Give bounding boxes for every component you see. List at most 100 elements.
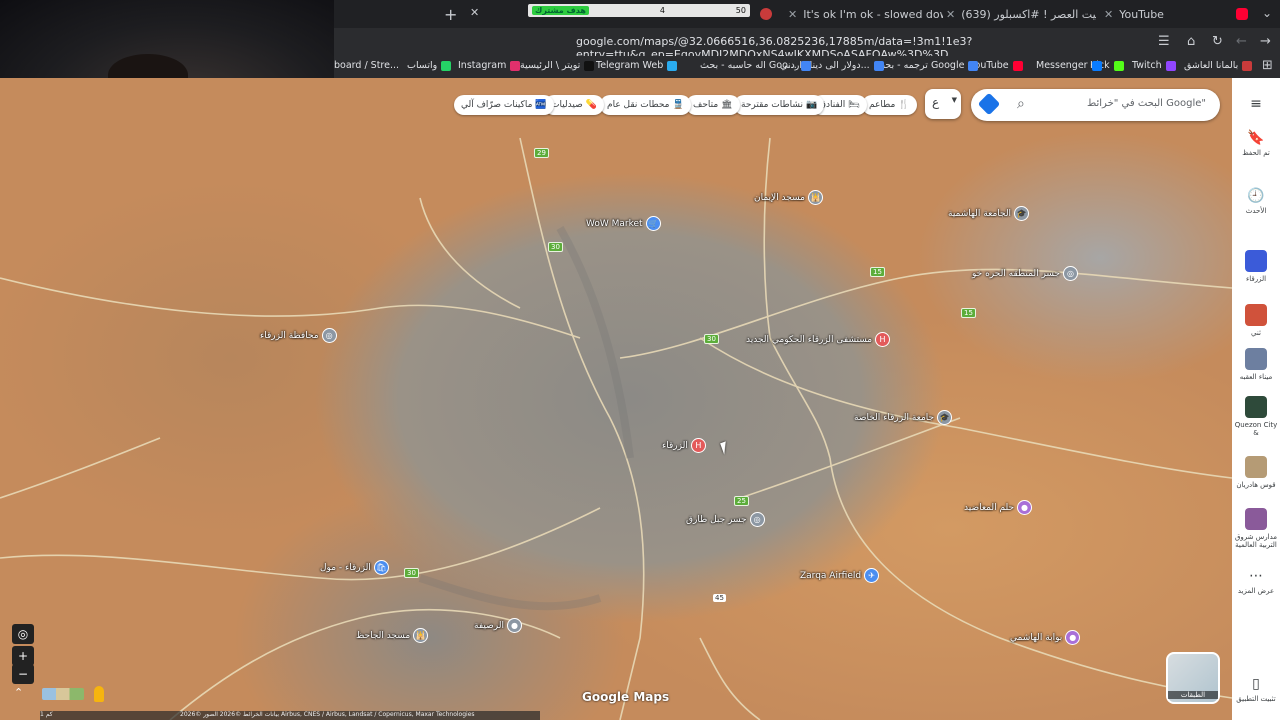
rail-icon: 🕘 [1247,188,1265,204]
category-chip[interactable]: نشاطات مقترحة 📷 [734,95,825,115]
place-icon: ● [1065,630,1081,645]
maps-search-box[interactable]: ⌕ البحث في "خرائط Google" [971,89,1220,121]
layers-label: الطبقات [1168,691,1218,699]
category-chip[interactable]: ماكينات صرّاف آلي 🏧 [454,95,554,115]
bookmark-icon [1242,60,1253,71]
map-place-pin[interactable]: WoW Market 🛒 [586,216,661,231]
map-place-pin[interactable]: جسر جبل طارق ◎ [686,512,765,527]
bookmark-item[interactable]: Instagram [458,60,521,71]
bookmark-item[interactable]: Telegram Web [596,60,678,71]
map-place-pin[interactable]: مسجد الإيمان 🕌 [754,190,823,205]
map-place-pin[interactable]: الجامعة الهاشمية 🎓 [948,206,1030,221]
satellite-map[interactable]: 29 30 15 30 15 45 30 25 WoW Market 🛒 الزرق… [0,78,1232,720]
rail-label: تم الحفظ [1242,149,1270,157]
bookmark-item[interactable]: Messenger [1036,60,1102,71]
rail-label: الزرقاء [1245,275,1267,283]
pegman-icon[interactable] [94,686,104,702]
bookmark-item[interactable]: بالمانا العاشق [1184,60,1253,71]
layers-button[interactable]: الطبقات [1166,652,1220,704]
rail-item[interactable]: 🕘 الأحدث [1232,188,1280,215]
road-shield: 30 [548,242,563,252]
phone-icon: ▯ [1252,676,1260,692]
map-place-pin[interactable]: الرصيفة ● [474,618,522,633]
place-icon: ● [506,618,522,633]
menu-icon[interactable]: ≡ [1232,96,1280,115]
scale-bar: 1 كم [40,711,180,720]
bookmark-item[interactable]: تويتر \ الرئيسية [520,60,595,71]
search-input[interactable]: البحث في "خرائط Google" [1087,98,1206,109]
language-toggle[interactable]: ع ▼ [925,89,961,119]
bookmark-icon [510,60,521,71]
zoom-out-button[interactable]: − [12,664,34,684]
apps-grid-icon[interactable]: ⊞ [1262,58,1273,73]
map-place-pin[interactable]: Zarqa Airfield ✈ [800,568,880,583]
rail-item[interactable]: الزرقاء [1232,250,1280,283]
rail-item[interactable]: مدارس شروق التربية العالمية [1232,508,1280,549]
bookmark-item[interactable]: Twitch [1132,60,1176,71]
chip-label: نشاطات مقترحة [741,100,803,110]
place-label: جامعة الزرقاء الخاصة [854,412,935,423]
tab-close-icon[interactable]: ✕ [946,8,955,21]
place-icon: 🎓 [1014,206,1030,221]
back-icon[interactable]: ← [1236,34,1247,49]
forward-icon[interactable]: → [1260,34,1271,49]
map-place-pin[interactable]: الزرقاء H [662,438,706,453]
tab-2[interactable]: ✕ It's ok I'm ok - slowed dow [788,4,943,24]
tab-youtube-pinned[interactable] [1236,4,1250,24]
chip-label: متاحف [693,100,719,110]
search-icon[interactable]: ⌕ [1017,96,1025,112]
tab-close-icon[interactable]: ✕ [788,8,797,21]
rail-label: مدارس شروق التربية العالمية [1234,533,1278,549]
rail-item[interactable]: ⋯ عرض المزيد [1232,568,1280,595]
rail-item[interactable]: 🔖 تم الحفظ [1232,130,1280,157]
map-place-pin[interactable]: الزرقاء - مول 🛍 [320,560,389,575]
site-settings-icon[interactable]: ☰ [1158,34,1170,49]
place-icon: ● [1017,500,1033,515]
tab-close-icon[interactable]: ✕ [470,6,479,19]
goal-badge: هدف مشترك [532,6,589,15]
map-place-pin[interactable]: حلم المعاضيد ● [964,500,1033,515]
rail-item[interactable]: قوس هادريان [1232,456,1280,489]
place-label: مسجد الإيمان [754,192,805,203]
bookmark-label: ترجمه - بحث Google [876,60,965,71]
map-place-pin[interactable]: بوابة الهاشمي ● [1010,630,1081,645]
my-location-icon[interactable]: ◎ [12,624,34,644]
map-place-pin[interactable]: جامعة الزرقاء الخاصة 🎓 [854,410,953,425]
chevron-down-icon[interactable]: ⌄ [1262,6,1272,20]
chip-icon: 📷 [805,100,818,110]
place-label: محافظة الزرقاء [260,330,319,341]
rail-item[interactable]: ثني [1232,304,1280,337]
category-chip[interactable]: مطاعم 🍴 [862,95,917,115]
home-icon[interactable]: ⌂ [1187,34,1195,49]
directions-icon[interactable] [977,92,1001,116]
map-place-pin[interactable]: محافظة الزرقاء ◎ [260,328,337,343]
new-tab-button[interactable]: + [444,5,457,24]
rail-item[interactable]: ميناء العقبه [1232,348,1280,381]
map-place-pin[interactable]: مستشفى الزرقاء الحكومي الجديد H [746,332,891,347]
install-app-item[interactable]: ▯ تثبيت التطبيق [1232,676,1280,703]
zoom-in-button[interactable]: + [12,646,34,666]
tab-1[interactable] [760,4,782,24]
map-type-thumbnails[interactable] [42,688,84,700]
bookmark-icon [441,60,452,71]
category-chip[interactable]: محطات نقل عام 🚆 [600,95,691,115]
bookmark-item[interactable]: board / Stre... [334,60,399,71]
rail-item[interactable]: Quezon City & [1232,396,1280,437]
tab-3[interactable]: ✕ (639) ما صليت العصر ! #اكسبلور [946,4,1096,24]
place-label: الزرقاء [662,440,688,451]
bookmark-item[interactable]: ترجمه - بحث Google [876,60,979,71]
google-maps-logo: Google Maps [582,690,670,704]
expand-icon[interactable]: ⌃ [14,686,23,699]
bookmark-item[interactable]: اله حاسبه - بحث Goo... [700,60,811,71]
category-chip[interactable]: متاحف 🏛 [686,95,740,115]
map-place-pin[interactable]: مسجد الجاحظ 🕌 [356,628,429,643]
place-label: مستشفى الزرقاء الحكومي الجديد [746,334,873,345]
tab-close-icon[interactable]: ✕ [1104,8,1113,21]
map-place-pin[interactable]: جسر المنطقه الحره خو ◎ [972,266,1079,281]
reload-icon[interactable]: ↻ [1212,34,1223,49]
tab-4[interactable]: ✕ YouTube [1104,4,1224,24]
bookmark-item[interactable]: واتساب [407,60,452,71]
bookmark-icon [1012,60,1023,71]
chip-label: صيدليات [551,100,583,110]
rail-icon: ⋯ [1249,568,1263,584]
